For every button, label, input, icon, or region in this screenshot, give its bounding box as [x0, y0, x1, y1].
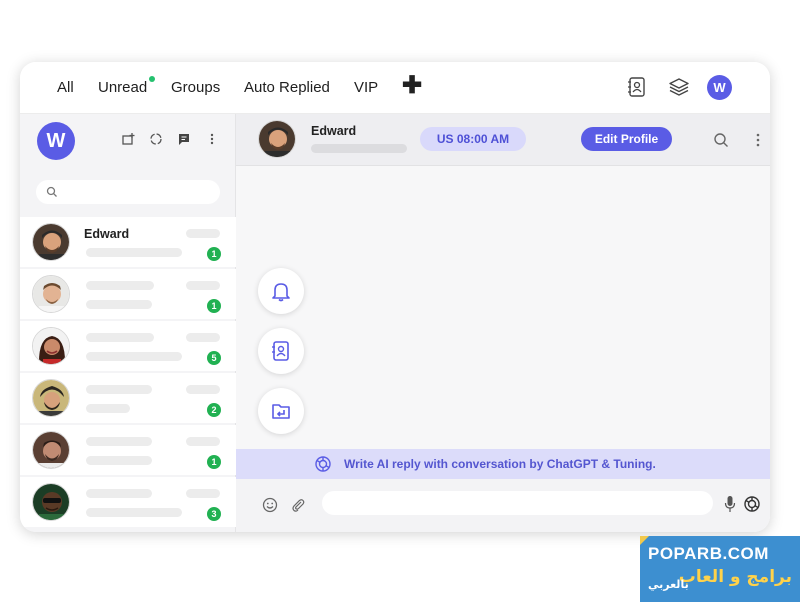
- emoji-icon[interactable]: [262, 497, 278, 513]
- folder-reply-button[interactable]: [258, 388, 304, 434]
- unread-badge: 3: [207, 507, 221, 521]
- unread-badge: 1: [207, 455, 221, 469]
- more-vertical-icon[interactable]: [205, 132, 219, 146]
- contact-card-icon: [272, 341, 289, 361]
- attachment-icon[interactable]: [290, 497, 306, 513]
- unread-badge: 5: [207, 351, 221, 365]
- avatar: [32, 327, 70, 365]
- tab-unread[interactable]: Unread: [98, 79, 147, 96]
- preview-placeholder: [86, 456, 152, 465]
- message-input[interactable]: [322, 491, 713, 515]
- sidebar-header: W: [20, 114, 236, 166]
- time-placeholder: [186, 385, 220, 394]
- avatar: [32, 223, 70, 261]
- chat-row[interactable]: 5: [20, 321, 236, 371]
- contact-card-button[interactable]: [258, 328, 304, 374]
- ai-reply-banner[interactable]: Write AI reply with conversation by Chat…: [236, 449, 770, 479]
- composer: [236, 479, 770, 532]
- search-icon[interactable]: [713, 132, 729, 148]
- brand-logo-large[interactable]: W: [37, 122, 75, 160]
- chat-name: Edward: [84, 227, 130, 241]
- contact-name: Edward: [311, 124, 357, 138]
- time-placeholder: [186, 489, 220, 498]
- more-vertical-icon[interactable]: [751, 132, 765, 148]
- unread-badge: 1: [207, 299, 221, 313]
- time-placeholder: [186, 229, 220, 238]
- unread-indicator-dot: [149, 76, 155, 82]
- edit-profile-button[interactable]: Edit Profile: [581, 127, 672, 151]
- unread-badge: 1: [207, 247, 221, 261]
- name-placeholder: [86, 437, 152, 446]
- search-icon: [46, 186, 57, 197]
- chat-row[interactable]: 2: [20, 373, 236, 423]
- chat-header: Edward US 08:00 AM Edit Profile: [236, 114, 770, 166]
- plus-icon[interactable]: ✚: [402, 74, 422, 98]
- chat-row-edward[interactable]: Edward 1: [20, 217, 236, 267]
- layers-icon[interactable]: [668, 76, 690, 98]
- contact-avatar[interactable]: [258, 120, 296, 158]
- avatar: [32, 431, 70, 469]
- local-time-badge: US 08:00 AM: [420, 127, 526, 151]
- contacts-book-icon[interactable]: [626, 76, 648, 98]
- new-chat-icon[interactable]: [121, 132, 135, 146]
- search-input[interactable]: [64, 184, 214, 200]
- chat-row[interactable]: 1: [20, 269, 236, 319]
- bell-icon: [272, 283, 290, 302]
- microphone-icon[interactable]: [724, 495, 736, 513]
- message-icon[interactable]: [177, 132, 191, 146]
- tab-vip[interactable]: VIP: [354, 79, 378, 96]
- time-placeholder: [186, 437, 220, 446]
- name-placeholder: [86, 385, 152, 394]
- tab-groups[interactable]: Groups: [171, 79, 220, 96]
- watermark-site: POPARB.COM: [648, 544, 769, 563]
- preview-placeholder: [86, 508, 182, 517]
- time-placeholder: [186, 281, 220, 290]
- chat-row[interactable]: 1: [20, 425, 236, 475]
- chatgpt-icon: [315, 456, 331, 472]
- unread-badge: 2: [207, 403, 221, 417]
- app-window: All Unread Groups Auto Replied VIP ✚ W W: [20, 62, 770, 532]
- preview-placeholder: [86, 352, 182, 361]
- chat-row[interactable]: 3: [20, 477, 236, 527]
- folder-reply-icon: [272, 404, 290, 419]
- tab-auto-replied[interactable]: Auto Replied: [244, 79, 330, 96]
- preview-placeholder: [86, 248, 182, 257]
- watermark-corner: [640, 536, 649, 545]
- tab-all[interactable]: All: [57, 79, 74, 96]
- filter-bar: All Unread Groups Auto Replied VIP ✚ W: [20, 62, 770, 114]
- time-placeholder: [186, 333, 220, 342]
- chat-list-sidebar: W Edward 1 1 5 2 1 3: [20, 114, 236, 532]
- preview-placeholder: [86, 404, 130, 413]
- avatar: [32, 275, 70, 313]
- chatgpt-icon[interactable]: [743, 495, 761, 513]
- name-placeholder: [86, 333, 154, 342]
- avatar: [32, 379, 70, 417]
- watermark-arabic-sub: بالعربي: [648, 578, 689, 591]
- preview-placeholder: [86, 300, 152, 309]
- status-icon[interactable]: [149, 132, 163, 146]
- message-area: [236, 166, 770, 449]
- search-box[interactable]: [36, 180, 220, 204]
- avatar: [32, 483, 70, 521]
- contact-status-placeholder: [311, 144, 407, 153]
- name-placeholder: [86, 281, 154, 290]
- watermark: POPARB.COM برامج و العاب بالعربي: [640, 536, 800, 602]
- ai-reply-text: Write AI reply with conversation by Chat…: [344, 457, 656, 471]
- brand-logo[interactable]: W: [707, 75, 732, 100]
- notification-button[interactable]: [258, 268, 304, 314]
- name-placeholder: [86, 489, 152, 498]
